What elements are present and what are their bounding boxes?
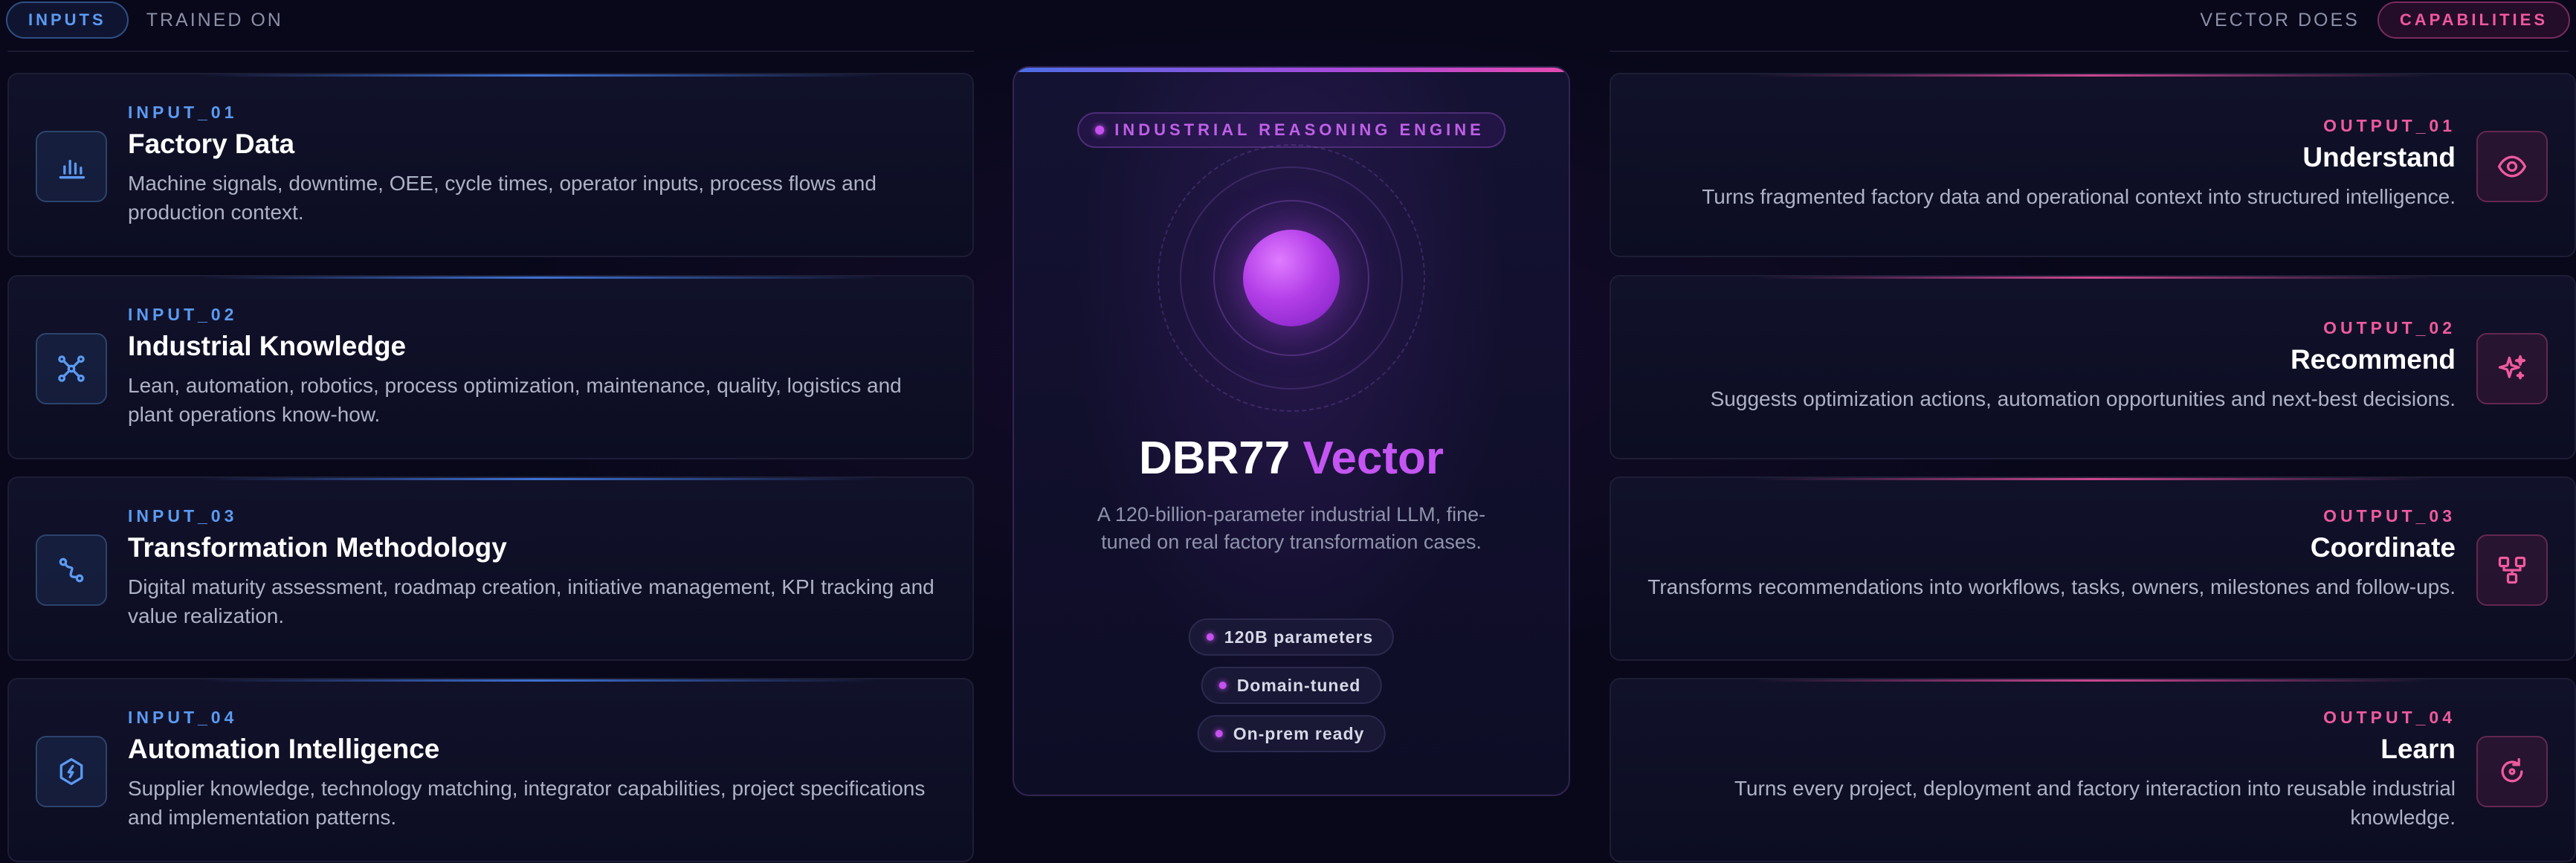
output-card-coordinate: OUTPUT_03 Coordinate Transforms recommen…: [1610, 476, 2576, 661]
output-description: Turns every project, deployment and fact…: [1734, 777, 2456, 829]
input-card-automation-intelligence: INPUT_04 Automation Intelligence Supplie…: [7, 678, 974, 862]
output-label: OUTPUT_04: [2323, 708, 2456, 727]
refresh-icon: [2476, 736, 2548, 807]
input-description: Lean, automation, robotics, process opti…: [128, 374, 902, 426]
input-label: INPUT_02: [128, 305, 238, 324]
inputs-divider: [7, 51, 974, 52]
inputs-pill: INPUTS: [6, 1, 129, 39]
capabilities-header: VECTOR DOES CAPABILITIES: [2200, 1, 2570, 39]
chip-label: On-prem ready: [1233, 723, 1365, 743]
input-card-industrial-knowledge: INPUT_02 Industrial Knowledge Lean, auto…: [7, 275, 974, 459]
hexagon-bolt-icon: [36, 736, 107, 807]
route-icon: [36, 534, 107, 606]
trained-on-label: TRAINED ON: [146, 9, 283, 30]
output-label: OUTPUT_01: [2323, 116, 2456, 135]
chip-dot-icon: [1206, 633, 1214, 641]
input-description: Digital maturity assessment, roadmap cre…: [128, 575, 934, 627]
input-title: Transformation Methodology: [128, 532, 507, 563]
engine-badge: INDUSTRIAL REASONING ENGINE: [1077, 112, 1505, 148]
chip-domain-tuned: Domain-tuned: [1201, 667, 1382, 704]
model-name-accent: Vector: [1302, 433, 1444, 484]
chip-parameters: 120B parameters: [1188, 618, 1395, 656]
output-card-understand: OUTPUT_01 Understand Turns fragmented fa…: [1610, 73, 2576, 257]
output-card-recommend: OUTPUT_02 Recommend Suggests optimizatio…: [1610, 275, 2576, 459]
input-label: INPUT_03: [128, 506, 238, 526]
output-title: Recommend: [2290, 344, 2456, 375]
chip-label: 120B parameters: [1224, 627, 1374, 647]
input-card-transformation-methodology: INPUT_03 Transformation Methodology Digi…: [7, 476, 974, 661]
bar-chart-icon: [36, 131, 107, 202]
capabilities-divider: [1610, 51, 2569, 52]
vector-does-label: VECTOR DOES: [2200, 9, 2360, 30]
output-description: Transforms recommendations into workflow…: [1647, 575, 2456, 598]
model-name-primary: DBR77: [1138, 433, 1291, 484]
output-title: Coordinate: [2310, 532, 2456, 563]
capabilities-pill: CAPABILITIES: [2377, 1, 2570, 39]
network-icon: [36, 333, 107, 404]
engine-badge-label: INDUSTRIAL REASONING ENGINE: [1114, 120, 1485, 139]
input-description: Machine signals, downtime, OEE, cycle ti…: [128, 172, 877, 224]
output-title: Learn: [2380, 734, 2456, 764]
chip-dot-icon: [1215, 730, 1223, 737]
model-name: DBR77 Vector: [1014, 432, 1569, 485]
output-description: Turns fragmented factory data and operat…: [1702, 185, 2456, 208]
input-description: Supplier knowledge, technology matching,…: [128, 777, 926, 829]
input-title: Factory Data: [128, 129, 295, 159]
input-label: INPUT_01: [128, 103, 238, 122]
chip-on-prem: On-prem ready: [1197, 715, 1386, 752]
chip-dot-icon: [1218, 682, 1227, 689]
input-card-factory-data: INPUT_01 Factory Data Machine signals, d…: [7, 73, 974, 257]
input-label: INPUT_04: [128, 708, 238, 727]
eye-icon: [2476, 131, 2548, 202]
status-dot-icon: [1095, 126, 1105, 135]
sparkle-icon: [2476, 333, 2548, 404]
orb-icon: [1243, 230, 1340, 326]
inputs-header: INPUTS TRAINED ON: [6, 1, 283, 39]
input-title: Automation Intelligence: [128, 734, 440, 764]
model-description: A 120-billion-parameter industrial LLM, …: [1097, 503, 1486, 553]
workflow-icon: [2476, 534, 2548, 606]
output-card-learn: OUTPUT_04 Learn Turns every project, dep…: [1610, 678, 2576, 862]
input-title: Industrial Knowledge: [128, 331, 407, 361]
output-description: Suggests optimization actions, automatio…: [1710, 387, 2456, 410]
engine-card: INDUSTRIAL REASONING ENGINE DBR77 Vector…: [1013, 66, 1570, 796]
output-label: OUTPUT_02: [2323, 318, 2456, 337]
engine-gradient-bar: [1014, 68, 1569, 72]
chip-label: Domain-tuned: [1236, 675, 1361, 695]
output-title: Understand: [2302, 142, 2456, 172]
output-label: OUTPUT_03: [2323, 506, 2456, 526]
